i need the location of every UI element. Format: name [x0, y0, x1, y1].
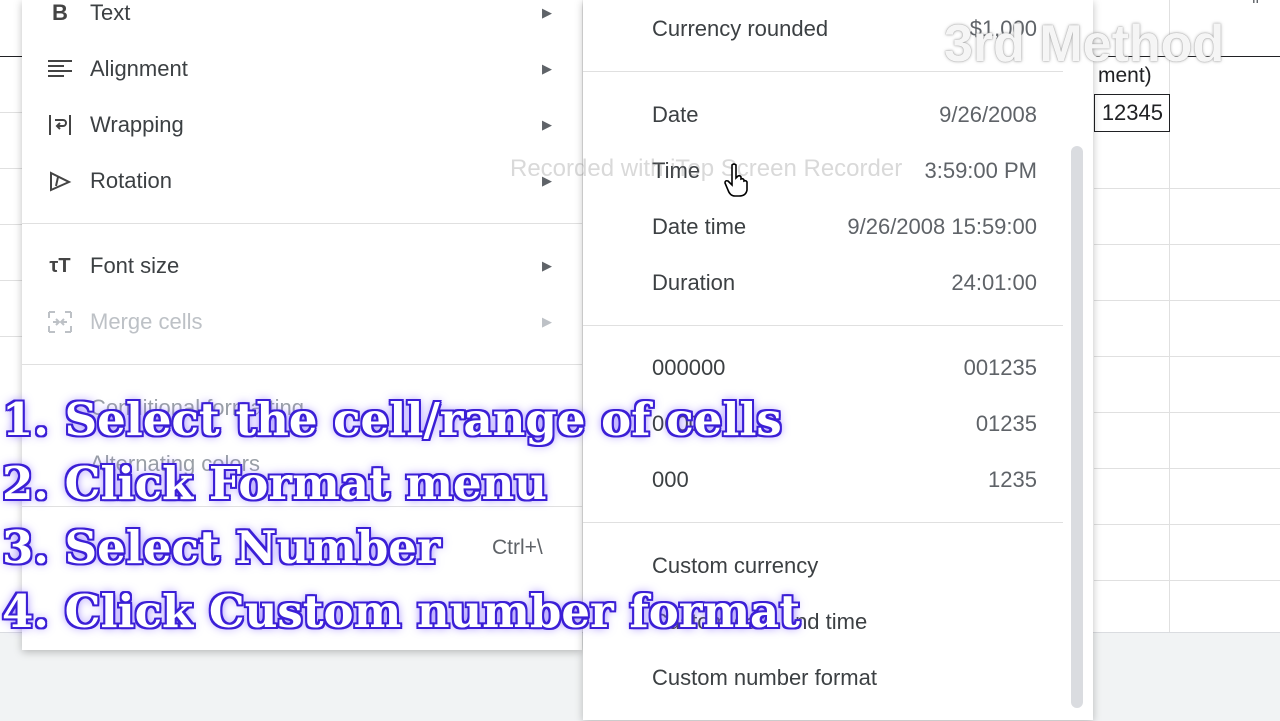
submenu-arrow-icon: ▶: [542, 258, 552, 273]
cell-value: 12345: [1101, 100, 1163, 125]
submenu-scrollbar[interactable]: [1071, 146, 1083, 708]
step-2: 2. Click Format menu: [2, 457, 548, 510]
align-left-icon: [46, 55, 74, 83]
format-preview: 3:59:00 PM: [924, 158, 1037, 183]
menu-divider: [22, 223, 582, 224]
format-preview: 1235: [988, 467, 1037, 492]
format-preview: 9/26/2008: [939, 102, 1037, 127]
submenu-arrow-icon: ▶: [542, 314, 552, 329]
column-marker: ll: [1252, 0, 1259, 8]
menu-divider: [22, 364, 582, 365]
submenu-arrow-icon: ▶: [542, 61, 552, 76]
format-label: Custom number format: [652, 665, 877, 690]
format-preview: 01235: [975, 411, 1037, 436]
recorder-watermark: Recorded with iTop Screen Recorder: [510, 155, 903, 182]
step-4: 4. Click Custom number format: [2, 585, 801, 638]
instruction-steps: 1. Select the cell/range of cells 2. Cli…: [2, 388, 800, 644]
format-preview: 24:01:00: [951, 270, 1037, 295]
format-label: Currency rounded: [652, 16, 829, 41]
font-size-icon: τT: [49, 254, 71, 277]
menu-item-label: Alignment: [90, 56, 188, 81]
format-duration[interactable]: Duration 24:01:00: [583, 254, 1063, 310]
rotate-text-icon: [46, 167, 74, 195]
menu-item-wrapping[interactable]: Wrapping ▶: [22, 97, 582, 153]
format-label: Date time: [652, 214, 747, 239]
hand-cursor-icon: [722, 162, 752, 203]
merge-cells-icon: [46, 308, 74, 336]
menu-item-label: Rotation: [90, 168, 172, 193]
selected-cell[interactable]: 12345: [1094, 94, 1170, 132]
menu-item-merge-cells[interactable]: Merge cells ▶: [22, 294, 582, 350]
format-000000[interactable]: 000000 001235: [583, 339, 1063, 395]
menu-item-label: Font size: [90, 253, 180, 278]
format-date[interactable]: Date 9/26/2008: [583, 86, 1063, 142]
format-preview: 9/26/2008 15:59:00: [847, 214, 1037, 239]
method-title: 3rd Method: [944, 15, 1225, 73]
step-3: 3. Select Number: [2, 521, 441, 574]
format-date-time[interactable]: Date time 9/26/2008 15:59:00: [583, 198, 1063, 254]
wrap-icon: [46, 111, 74, 139]
menu-item-alignment[interactable]: Alignment ▶: [22, 41, 582, 97]
menu-item-text[interactable]: B Text ▶: [22, 0, 582, 41]
menu-item-font-size[interactable]: τT Font size ▶: [22, 238, 582, 294]
menu-item-label: Wrapping: [90, 112, 184, 137]
menu-item-label: Text: [90, 0, 131, 25]
menu-item-rotation[interactable]: Rotation ▶: [22, 153, 582, 209]
format-label: Date: [652, 102, 699, 127]
submenu-arrow-icon: ▶: [542, 117, 552, 132]
submenu-arrow-icon: ▶: [542, 5, 552, 20]
format-label: 000000: [652, 355, 726, 380]
submenu-divider: [583, 325, 1063, 326]
step-1: 1. Select the cell/range of cells: [2, 393, 782, 446]
bold-icon: B: [52, 0, 68, 25]
menu-item-label: Merge cells: [90, 309, 203, 334]
custom-number-format[interactable]: Custom number format: [583, 649, 1063, 705]
format-preview: 001235: [963, 355, 1037, 380]
format-label: Duration: [652, 270, 736, 295]
